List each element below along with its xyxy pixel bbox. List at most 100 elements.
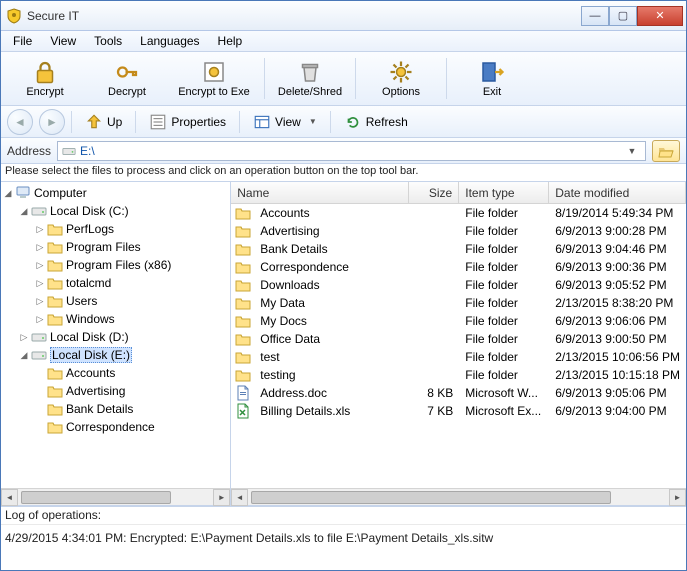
- computer-icon: [15, 185, 31, 201]
- expand-icon[interactable]: ▷: [33, 278, 47, 289]
- menu-tools[interactable]: Tools: [86, 32, 130, 50]
- list-item[interactable]: Bank DetailsFile folder6/9/2013 9:04:46 …: [231, 240, 686, 258]
- tree-node[interactable]: Advertising: [1, 382, 230, 400]
- refresh-label: Refresh: [366, 115, 408, 129]
- list-item[interactable]: AdvertisingFile folder6/9/2013 9:00:28 P…: [231, 222, 686, 240]
- exit-button[interactable]: Exit: [452, 54, 532, 103]
- expand-icon[interactable]: ▷: [33, 260, 47, 271]
- refresh-button[interactable]: Refresh: [337, 109, 415, 135]
- tree-node[interactable]: ▷Windows: [1, 310, 230, 328]
- address-dropdown[interactable]: ▼: [623, 146, 641, 156]
- scroll-right-icon[interactable]: ►: [669, 489, 686, 506]
- toolbar-separator: [355, 58, 356, 99]
- close-button[interactable]: ✕: [637, 6, 683, 26]
- go-button[interactable]: [652, 140, 680, 162]
- list-hscrollbar[interactable]: ◄ ►: [231, 488, 686, 505]
- window-title: Secure IT: [27, 9, 581, 23]
- scroll-left-icon[interactable]: ◄: [1, 489, 18, 506]
- folder-icon: [235, 277, 251, 293]
- address-field[interactable]: ▼: [57, 141, 646, 161]
- encrypt-exe-label: Encrypt to Exe: [178, 86, 250, 98]
- menu-view[interactable]: View: [42, 32, 84, 50]
- scroll-thumb[interactable]: [251, 491, 611, 504]
- column-type[interactable]: Item type: [459, 182, 549, 203]
- expand-icon[interactable]: ▷: [33, 224, 47, 235]
- encrypt-to-exe-button[interactable]: Encrypt to Exe: [169, 54, 259, 103]
- list-item[interactable]: testingFile folder2/13/2015 10:15:18 PM: [231, 366, 686, 384]
- tree-node[interactable]: ▷Program Files (x86): [1, 256, 230, 274]
- drive-icon: [31, 203, 47, 219]
- column-date[interactable]: Date modified: [549, 182, 686, 203]
- tree-label: Local Disk (C:): [50, 204, 129, 218]
- tree-node[interactable]: ▷PerfLogs: [1, 220, 230, 238]
- list-item[interactable]: Address.doc8 KBMicrosoft W...6/9/2013 9:…: [231, 384, 686, 402]
- file-type: File folder: [459, 206, 549, 220]
- up-button[interactable]: Up: [78, 109, 129, 135]
- back-button[interactable]: ◄: [7, 109, 33, 135]
- menu-languages[interactable]: Languages: [132, 32, 207, 50]
- expand-icon[interactable]: ▷: [17, 332, 31, 343]
- tree-node[interactable]: ▷Local Disk (D:): [1, 328, 230, 346]
- tree-node[interactable]: ▷totalcmd: [1, 274, 230, 292]
- menu-file[interactable]: File: [5, 32, 40, 50]
- menu-bar: File View Tools Languages Help: [1, 31, 686, 52]
- tree-node[interactable]: ▷Program Files: [1, 238, 230, 256]
- expand-icon[interactable]: ▷: [33, 314, 47, 325]
- column-name[interactable]: Name: [231, 182, 409, 203]
- menu-help[interactable]: Help: [210, 32, 251, 50]
- tree-node[interactable]: ◢Computer: [1, 184, 230, 202]
- chevron-down-icon: ▼: [309, 117, 317, 126]
- column-size[interactable]: Size: [409, 182, 459, 203]
- file-type: File folder: [459, 368, 549, 382]
- properties-button[interactable]: Properties: [142, 109, 233, 135]
- tree-node[interactable]: Accounts: [1, 364, 230, 382]
- list-item[interactable]: CorrespondenceFile folder6/9/2013 9:00:3…: [231, 258, 686, 276]
- expand-icon[interactable]: ◢: [1, 188, 15, 199]
- maximize-button[interactable]: ▢: [609, 6, 637, 26]
- view-button[interactable]: View ▼: [246, 109, 324, 135]
- address-input[interactable]: [80, 144, 619, 158]
- scroll-left-icon[interactable]: ◄: [231, 489, 248, 506]
- tree-node[interactable]: ◢ Local Disk (C:): [1, 202, 230, 220]
- list-item[interactable]: AccountsFile folder8/19/2014 5:49:34 PM: [231, 204, 686, 222]
- minimize-button[interactable]: —: [581, 6, 609, 26]
- expand-icon[interactable]: ◢: [17, 206, 31, 217]
- list-item[interactable]: DownloadsFile folder6/9/2013 9:05:52 PM: [231, 276, 686, 294]
- tree-label: Bank Details: [66, 402, 133, 416]
- tree-node[interactable]: Bank Details: [1, 400, 230, 418]
- list-item[interactable]: My DataFile folder2/13/2015 8:38:20 PM: [231, 294, 686, 312]
- tree-node[interactable]: ◢Local Disk (E:): [1, 346, 230, 364]
- list-item[interactable]: Billing Details.xls7 KBMicrosoft Ex...6/…: [231, 402, 686, 420]
- scroll-right-icon[interactable]: ►: [213, 489, 230, 506]
- scroll-thumb[interactable]: [21, 491, 171, 504]
- list-item[interactable]: My DocsFile folder6/9/2013 9:06:06 PM: [231, 312, 686, 330]
- up-icon: [85, 113, 103, 131]
- file-date: 6/9/2013 9:04:46 PM: [549, 242, 686, 256]
- expand-icon[interactable]: ◢: [17, 350, 31, 361]
- log-line: 4/29/2015 4:34:01 PM: Encrypted: E:\Paym…: [1, 525, 686, 569]
- folder-icon: [235, 223, 251, 239]
- nav-toolbar: ◄ ► Up Properties View ▼ Refresh: [1, 106, 686, 138]
- tree-hscrollbar[interactable]: ◄ ►: [1, 488, 230, 505]
- folder-tree[interactable]: ◢Computer◢Local Disk (C:)▷PerfLogs▷Progr…: [1, 182, 230, 488]
- encrypt-button[interactable]: Encrypt: [5, 54, 85, 103]
- log-panel: Log of operations: 4/29/2015 4:34:01 PM:…: [1, 506, 686, 570]
- list-item[interactable]: Office DataFile folder6/9/2013 9:00:50 P…: [231, 330, 686, 348]
- file-name: testing: [254, 368, 409, 382]
- expand-icon[interactable]: ▷: [33, 242, 47, 253]
- tree-node[interactable]: Correspondence: [1, 418, 230, 436]
- folder-icon: [235, 349, 251, 365]
- file-name: Advertising: [254, 224, 409, 238]
- file-date: 6/9/2013 9:00:36 PM: [549, 260, 686, 274]
- refresh-icon: [344, 113, 362, 131]
- decrypt-label: Decrypt: [108, 86, 146, 98]
- delete-shred-button[interactable]: Delete/Shred: [270, 54, 350, 103]
- tree-node[interactable]: ▷Users: [1, 292, 230, 310]
- expand-icon[interactable]: ▷: [33, 296, 47, 307]
- file-list[interactable]: AccountsFile folder8/19/2014 5:49:34 PMA…: [231, 204, 686, 488]
- list-item[interactable]: testFile folder2/13/2015 10:06:56 PM: [231, 348, 686, 366]
- options-button[interactable]: Options: [361, 54, 441, 103]
- file-type: Microsoft Ex...: [459, 404, 549, 418]
- forward-button[interactable]: ►: [39, 109, 65, 135]
- decrypt-button[interactable]: Decrypt: [87, 54, 167, 103]
